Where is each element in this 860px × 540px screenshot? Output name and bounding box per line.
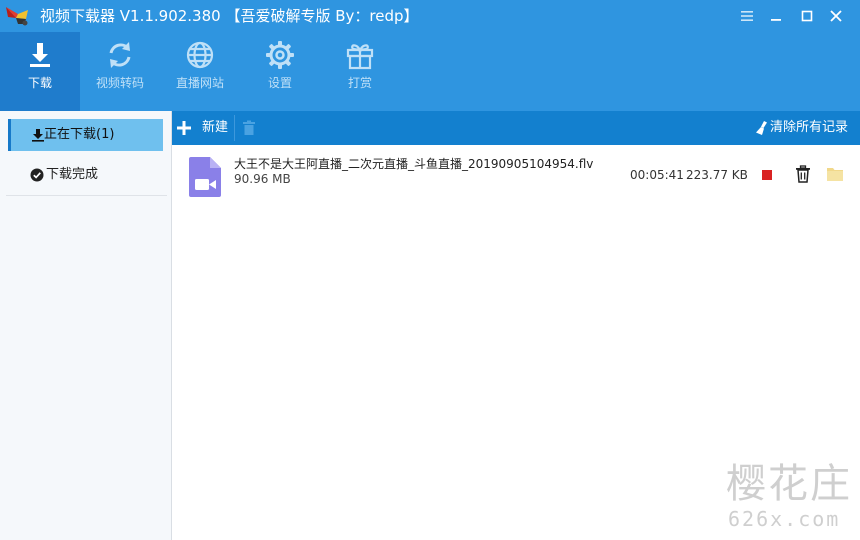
sidebar: 正在下载(1) 下载完成 xyxy=(0,111,172,540)
clear-all-records-label: 清除所有记录 xyxy=(770,120,849,135)
tab-download-label: 下载 xyxy=(27,76,52,90)
elapsed-time: 00:05:41 xyxy=(630,168,684,182)
sidebar-divider xyxy=(6,195,167,196)
stop-icon xyxy=(762,170,772,180)
file-name: 大王不是大王阿直播_二次元直播_斗鱼直播_20190905104954.flv xyxy=(234,157,594,171)
action-bar-divider xyxy=(234,115,235,141)
download-small-icon xyxy=(31,128,45,142)
check-circle-icon xyxy=(30,168,44,182)
download-icon xyxy=(24,39,56,71)
sidebar-item-completed[interactable]: 下载完成 xyxy=(8,159,163,191)
tab-settings[interactable]: 设置 xyxy=(240,32,320,111)
convert-icon xyxy=(104,39,136,71)
sidebar-item-downloading-label: 正在下载(1) xyxy=(44,127,115,142)
sidebar-item-completed-label: 下载完成 xyxy=(46,167,99,182)
tab-settings-label: 设置 xyxy=(267,76,292,90)
gift-icon xyxy=(344,39,376,71)
globe-icon xyxy=(184,39,216,71)
action-bar: 新建 清除所有记录 xyxy=(172,111,860,145)
new-task-button[interactable]: 新建 xyxy=(172,111,234,145)
maximize-icon[interactable] xyxy=(797,6,817,26)
tab-reward-label: 打赏 xyxy=(347,76,372,90)
video-file-icon xyxy=(188,156,222,198)
plus-icon xyxy=(176,120,192,136)
folder-icon xyxy=(827,168,843,181)
delete-task-button[interactable] xyxy=(242,120,256,136)
window-title: 视频下载器 V1.1.902.380 【吾爱破解专版 By：redp】 xyxy=(40,7,419,25)
file-size: 90.96 MB xyxy=(234,172,291,186)
trash-can-icon xyxy=(796,165,810,183)
delete-item-button[interactable] xyxy=(794,165,812,183)
trash-icon xyxy=(243,120,255,135)
tab-live-sites-label: 直播网站 xyxy=(175,76,224,90)
main-toolbar: 下载 视频转码 直播网站 设置 打赏 xyxy=(0,32,860,111)
broom-icon xyxy=(755,120,769,136)
download-speed: 223.77 KB xyxy=(686,168,748,182)
tab-video-convert[interactable]: 视频转码 xyxy=(80,32,160,111)
list-item[interactable]: 大王不是大王阿直播_二次元直播_斗鱼直播_20190905104954.flv … xyxy=(172,151,860,203)
tab-reward[interactable]: 打赏 xyxy=(320,32,400,111)
tab-live-sites[interactable]: 直播网站 xyxy=(160,32,240,111)
gear-icon xyxy=(264,39,296,71)
sidebar-item-downloading[interactable]: 正在下载(1) xyxy=(8,119,163,151)
tab-video-convert-label: 视频转码 xyxy=(95,76,144,90)
title-bar: 视频下载器 V1.1.902.380 【吾爱破解专版 By：redp】 xyxy=(0,0,860,32)
close-icon[interactable] xyxy=(826,6,846,26)
new-task-label: 新建 xyxy=(202,120,229,135)
stop-button[interactable] xyxy=(761,169,773,181)
app-logo-icon xyxy=(4,4,34,28)
minimize-icon[interactable] xyxy=(766,6,786,26)
download-list: 大王不是大王阿直播_二次元直播_斗鱼直播_20190905104954.flv … xyxy=(172,145,860,540)
tab-download[interactable]: 下载 xyxy=(0,32,80,111)
open-folder-button[interactable] xyxy=(826,166,844,182)
clear-all-records-button[interactable]: 清除所有记录 xyxy=(755,111,857,145)
menu-icon[interactable] xyxy=(737,6,757,26)
